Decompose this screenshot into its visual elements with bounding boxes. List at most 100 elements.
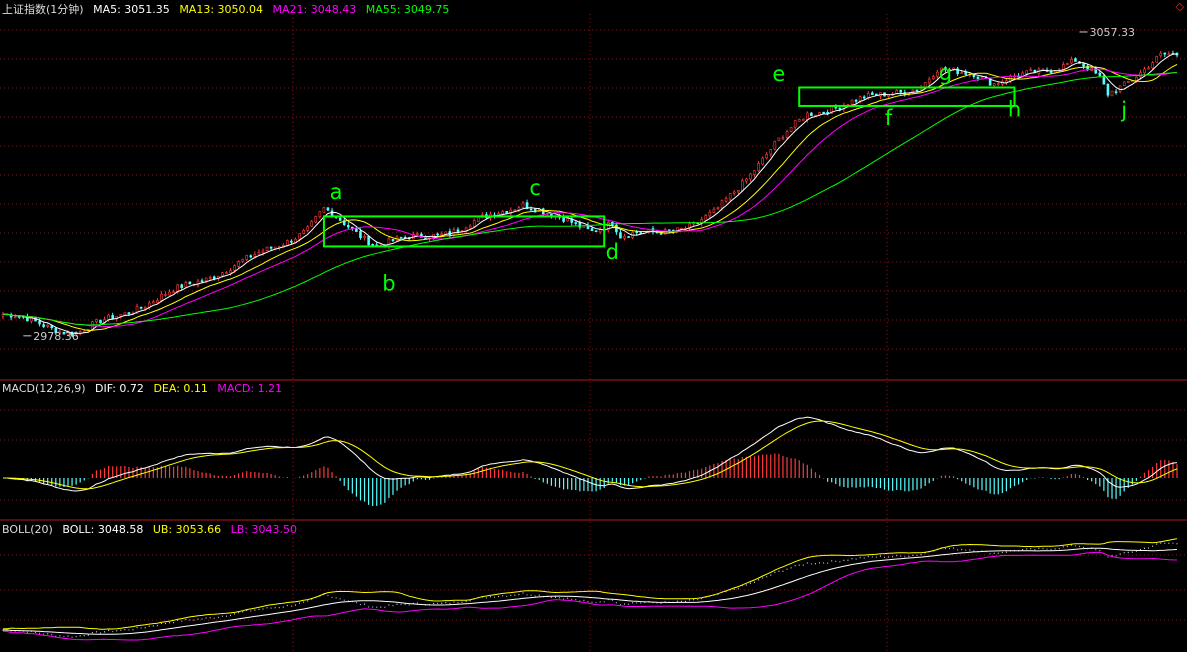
candle-body [793, 120, 797, 128]
candle-body [99, 319, 102, 324]
candle-body [123, 312, 127, 316]
ma13-readout: MA13: 3050.04 [179, 3, 264, 16]
lb-readout: LB: 3043.50 [230, 523, 297, 536]
ma5-readout: MA5: 3051.35 [93, 3, 170, 16]
candle-body [1082, 63, 1085, 67]
price-label: 3057.33 [1090, 26, 1136, 39]
stock-chart[interactable]: a b c d e f g h j 3057.33 2978.36 [0, 0, 1187, 652]
annotation-labels: a b c d e f g h j [330, 61, 1127, 295]
candle-body [838, 108, 842, 110]
candle-body [200, 280, 204, 282]
candle-body [712, 208, 716, 213]
candle-body [749, 173, 752, 180]
annotation-label: g [939, 61, 952, 85]
candle-body [899, 89, 903, 93]
diamond-icon[interactable]: ◇ [1176, 0, 1184, 13]
candle-body [245, 255, 249, 260]
candle-body [156, 300, 159, 303]
candle-body [931, 76, 935, 79]
candle-body [728, 193, 732, 200]
boll-readout: BOLL: 3048.58 [62, 523, 144, 536]
candle-body [1029, 69, 1033, 72]
candle-body [233, 265, 236, 271]
ma21-readout: MA21: 3048.43 [272, 3, 357, 16]
candle-body [895, 90, 899, 94]
candle-body [781, 137, 785, 140]
candle-body [164, 294, 167, 296]
annotation-label: a [330, 180, 343, 204]
candle-body [17, 316, 21, 318]
candle-body [180, 284, 184, 289]
candle-body [594, 230, 598, 232]
dea-readout: DEA: 0.11 [153, 382, 208, 395]
candle-body [290, 240, 293, 243]
candle-body [322, 206, 326, 213]
candle-body [188, 281, 192, 285]
candle-body [708, 212, 712, 217]
candle-body [773, 141, 777, 150]
candle-body [566, 218, 569, 222]
macd-readout: MACD: 1.21 [217, 382, 283, 395]
candle-body [789, 127, 793, 132]
candle-body [310, 221, 314, 227]
annotation-label: b [382, 271, 395, 295]
candle-body [391, 239, 395, 242]
candle-body [416, 233, 419, 235]
candle-body [1126, 81, 1130, 83]
candle-body [769, 149, 773, 155]
candle-body [1110, 90, 1114, 97]
ub-readout: UB: 3053.66 [152, 523, 222, 536]
candle-body [765, 154, 769, 159]
candle-body [107, 314, 110, 321]
candle-body [704, 215, 708, 221]
candle-body [225, 272, 228, 274]
candle-body [1159, 52, 1163, 57]
candle-body [221, 272, 224, 276]
candle-body [338, 217, 342, 221]
candle-body [257, 251, 261, 255]
candle-body [95, 319, 98, 323]
candle-body [204, 277, 208, 281]
annotation-label: e [772, 62, 785, 86]
candle-body [237, 261, 240, 267]
candle-body [1122, 81, 1126, 86]
candle-body [476, 216, 480, 222]
candle-body [635, 231, 639, 234]
candle-body [761, 157, 764, 165]
candle-body [822, 111, 825, 114]
annotation-label: f [885, 106, 893, 130]
macd-title: MACD(12,26,9) [2, 382, 86, 395]
candle-body [127, 312, 131, 315]
candle-body [1155, 56, 1158, 63]
candle-body [996, 83, 1000, 85]
candle-body [371, 243, 374, 246]
candle-body [976, 76, 980, 79]
candle-body [314, 216, 318, 223]
candle-body [1066, 63, 1069, 65]
candle-body [472, 220, 476, 227]
candle-body [13, 316, 17, 319]
candle-body [529, 208, 533, 211]
candle-body [574, 222, 578, 224]
candle-body [172, 291, 175, 294]
price-label: 2978.36 [33, 330, 78, 343]
candle-body [1135, 76, 1138, 81]
candle-body [261, 250, 265, 254]
candle-body [306, 226, 309, 231]
candle-body [241, 259, 244, 262]
candle-body [1074, 58, 1077, 62]
candle-body [82, 330, 86, 333]
chart-title: 上证指数(1分钟) [2, 3, 84, 16]
candle-body [111, 315, 114, 319]
candle-body [692, 222, 695, 225]
candle-body [286, 240, 289, 246]
candle-body [318, 211, 322, 217]
candle-body [862, 96, 866, 99]
candle-body [1147, 67, 1150, 70]
candle-body [1143, 68, 1146, 74]
candle-body [1025, 70, 1028, 74]
annotation-box [798, 86, 1016, 107]
candle-body [716, 206, 720, 209]
series-line-ma21 [2, 68, 1178, 328]
candle-body [915, 89, 919, 92]
